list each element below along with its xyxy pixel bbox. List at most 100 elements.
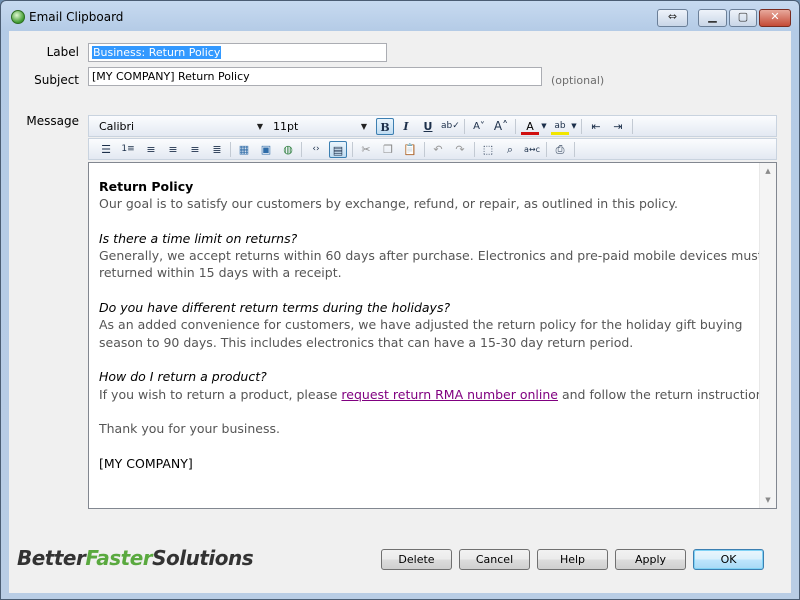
question-1: Is there a time limit on returns? <box>99 230 298 246</box>
logo-part-better: Better <box>17 546 86 570</box>
ok-button[interactable]: OK <box>693 549 764 570</box>
question-2: Do you have different return terms durin… <box>99 300 451 316</box>
rma-link[interactable]: request return RMA number online <box>341 387 558 402</box>
message-intro: Our goal is to satisfy our customers by … <box>99 196 678 212</box>
vertical-scrollbar[interactable]: ▲ ▼ <box>759 163 776 508</box>
scroll-up-arrow-icon[interactable]: ▲ <box>760 163 776 179</box>
copy-icon[interactable]: ❐ <box>379 141 397 158</box>
replace-icon[interactable]: a↔c <box>523 141 541 158</box>
format-toolbar: Calibri ▼ 11pt ▼ B I U ab✓ A˅ A˄ A ▼ ab ▼ … <box>88 115 777 137</box>
bold-button[interactable]: B <box>376 118 394 135</box>
answer-3: If you wish to return a product, please … <box>99 386 774 403</box>
message-caption: Message <box>26 114 79 128</box>
spell-check-icon[interactable]: ab✓ <box>441 118 460 135</box>
table-icon[interactable]: ▦ <box>235 141 253 158</box>
undo-icon[interactable]: ↶ <box>429 141 447 158</box>
message-editor[interactable]: Return Policy Our goal is to satisfy our… <box>88 162 777 509</box>
underline-button[interactable]: U <box>419 118 437 135</box>
separator <box>464 119 465 134</box>
answer-1-line-1: Generally, we accept returns within 60 d… <box>99 248 777 264</box>
separator <box>352 142 353 157</box>
minimize-button[interactable]: ▁ <box>698 9 727 27</box>
find-icon[interactable]: ⌕ <box>501 141 519 158</box>
chevron-down-icon: ▼ <box>360 122 367 131</box>
logo-part-solutions: Solutions <box>152 546 254 570</box>
scroll-down-arrow-icon[interactable]: ▼ <box>760 492 776 508</box>
maximize-button[interactable]: ▢ <box>729 9 757 27</box>
size-value: 11pt <box>273 120 299 133</box>
size-select[interactable]: 11pt ▼ <box>269 118 369 135</box>
question-3: How do I return a product? <box>99 369 267 385</box>
separator <box>546 142 547 157</box>
title-bar[interactable]: Email Clipboard ⇔ ▁ ▢ ✕ <box>1 1 799 31</box>
label-field[interactable]: Business: Return Policy <box>88 43 387 62</box>
print-icon[interactable]: ⎙ <box>551 141 569 158</box>
separator <box>581 119 582 134</box>
separator <box>474 142 475 157</box>
separator <box>230 142 231 157</box>
font-value: Calibri <box>99 120 135 133</box>
align-right-icon[interactable]: ≡ <box>186 141 204 158</box>
decrease-indent-icon[interactable]: ⇤ <box>587 118 605 135</box>
separator <box>515 119 516 134</box>
answer-3-prefix: If you wish to return a product, please <box>99 386 342 402</box>
signature-line: [MY COMPANY] <box>99 455 193 471</box>
cancel-button[interactable]: Cancel <box>459 549 530 570</box>
thanks-line: Thank you for your business. <box>99 421 280 437</box>
redo-icon[interactable]: ↷ <box>451 141 469 158</box>
bullet-list-icon[interactable]: ☰ <box>97 141 115 158</box>
message-body[interactable]: Return Policy Our goal is to satisfy our… <box>99 178 777 472</box>
align-center-icon[interactable]: ≡ <box>164 141 182 158</box>
close-button[interactable]: ✕ <box>759 9 791 27</box>
apply-button[interactable]: Apply <box>615 549 686 570</box>
highlight-icon[interactable]: ab <box>551 118 569 135</box>
separator <box>424 142 425 157</box>
label-value: Business: Return Policy <box>92 46 222 59</box>
chevron-down-icon[interactable]: ▼ <box>570 118 578 135</box>
numbered-list-icon[interactable]: 1≡ <box>119 141 137 158</box>
shrink-font-icon[interactable]: A˅ <box>470 118 488 135</box>
font-color-icon[interactable]: A <box>521 118 539 135</box>
align-left-icon[interactable]: ≡ <box>142 141 160 158</box>
subject-field[interactable]: [MY COMPANY] Return Policy <box>88 67 542 86</box>
answer-2-line-2: season to 90 days. This includes electro… <box>99 334 634 350</box>
font-select[interactable]: Calibri ▼ <box>95 118 265 135</box>
design-view-icon[interactable]: ▤ <box>329 141 347 158</box>
paste-icon[interactable]: 📋 <box>401 141 419 158</box>
company-logo: BetterFasterSolutions <box>17 546 254 570</box>
chevron-down-icon: ▼ <box>256 122 263 131</box>
html-source-icon[interactable]: ‹› <box>307 141 325 158</box>
increase-indent-icon[interactable]: ⇥ <box>609 118 627 135</box>
answer-2-line-1: As an added convenience for customers, w… <box>99 317 743 333</box>
chevron-down-icon[interactable]: ▼ <box>540 118 548 135</box>
justify-icon[interactable]: ≣ <box>208 141 226 158</box>
hyperlink-icon[interactable]: ◍ <box>279 141 297 158</box>
insert-toolbar: ☰ 1≡ ≡ ≡ ≡ ≣ ▦ ▣ ◍ ‹› ▤ ✂ ❐ 📋 ↶ ↷ ⬚ ⌕ a↔… <box>88 138 777 160</box>
separator <box>574 142 575 157</box>
subject-caption: Subject <box>34 73 79 87</box>
select-all-icon[interactable]: ⬚ <box>479 141 497 158</box>
email-clipboard-window: Email Clipboard ⇔ ▁ ▢ ✕ Label Business: … <box>0 0 800 600</box>
grow-font-icon[interactable]: A˄ <box>492 118 510 135</box>
window-title: Email Clipboard <box>29 10 124 24</box>
help-button[interactable]: Help <box>537 549 608 570</box>
cut-icon[interactable]: ✂ <box>357 141 375 158</box>
optional-note: (optional) <box>551 74 605 87</box>
label-caption: Label <box>46 45 79 59</box>
answer-1-line-2: returned within 15 days with a receipt. <box>99 265 342 281</box>
swap-icon[interactable]: ⇔ <box>657 9 688 27</box>
separator <box>632 119 633 134</box>
dialog-client-area: Label Business: Return Policy Subject [M… <box>9 31 791 593</box>
message-heading: Return Policy <box>99 179 194 194</box>
answer-3-suffix: and follow the return instructions. <box>558 386 775 402</box>
app-icon <box>11 10 25 24</box>
logo-part-faster: Faster <box>85 546 153 570</box>
delete-button[interactable]: Delete <box>381 549 452 570</box>
image-icon[interactable]: ▣ <box>257 141 275 158</box>
italic-button[interactable]: I <box>397 118 415 135</box>
